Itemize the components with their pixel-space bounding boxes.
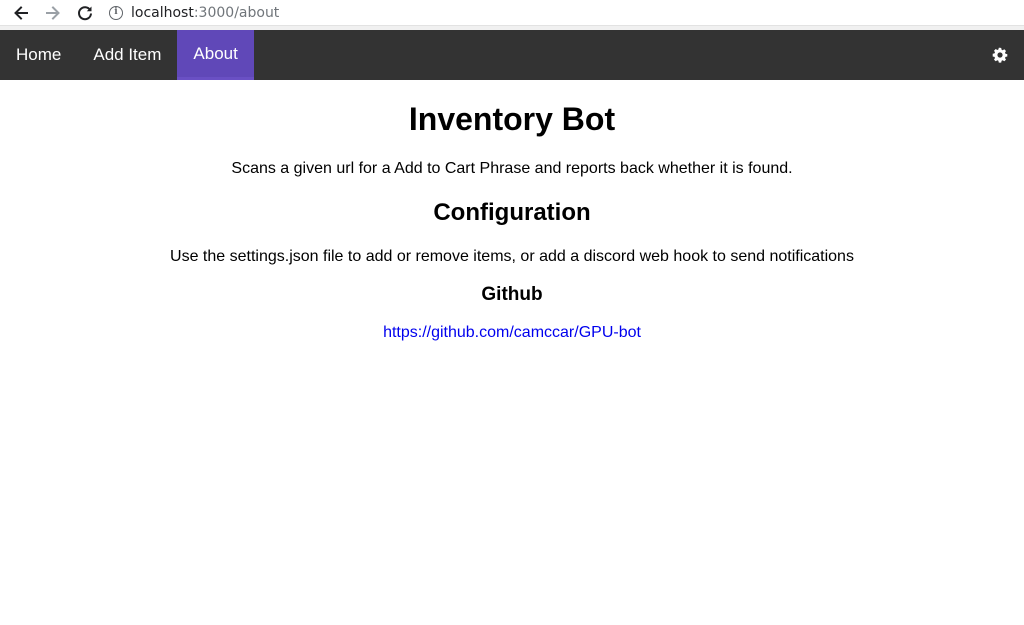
github-heading: Github bbox=[481, 284, 543, 305]
arrow-left-icon bbox=[14, 5, 28, 20]
url-host: localhost bbox=[131, 4, 194, 21]
github-repo-link[interactable]: https://github.com/camccar/GPU-bot bbox=[383, 323, 641, 343]
nav-home[interactable]: Home bbox=[0, 30, 77, 80]
address-bar[interactable]: i localhost:3000/about bbox=[109, 0, 1024, 25]
top-navbar: Home Add Item About bbox=[0, 26, 1024, 80]
reload-button[interactable] bbox=[75, 3, 95, 23]
site-info-icon[interactable]: i bbox=[109, 5, 123, 20]
nav-add-item[interactable]: Add Item bbox=[77, 30, 177, 80]
reload-icon bbox=[78, 5, 92, 20]
url-path: :3000/about bbox=[193, 4, 280, 21]
back-button[interactable] bbox=[11, 3, 31, 23]
navbar-spacer bbox=[254, 30, 976, 80]
configuration-text: Use the settings.json file to add or rem… bbox=[170, 248, 854, 265]
forward-button[interactable] bbox=[43, 3, 63, 23]
nav-about[interactable]: About bbox=[177, 30, 254, 80]
settings-button[interactable] bbox=[976, 30, 1024, 80]
page-title: Inventory Bot bbox=[408, 101, 616, 137]
browser-toolbar: i localhost:3000/about bbox=[0, 0, 1024, 26]
arrow-right-icon bbox=[46, 5, 60, 20]
app-description: Scans a given url for a Add to Cart Phra… bbox=[231, 160, 793, 177]
configuration-heading: Configuration bbox=[433, 199, 591, 226]
about-content: Inventory Bot Scans a given url for a Ad… bbox=[0, 101, 1024, 343]
gear-icon bbox=[992, 47, 1008, 63]
